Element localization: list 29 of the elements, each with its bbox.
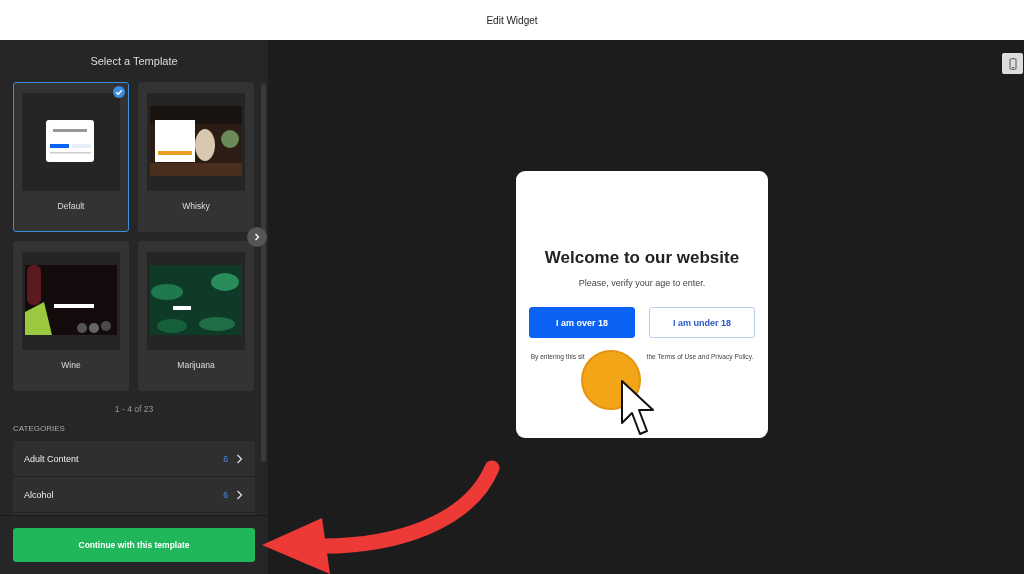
- category-label: Alcohol: [24, 489, 55, 500]
- modal-subtitle: Please, verify your age to enter.: [578, 278, 706, 288]
- confirm-button[interactable]: I am over 18: [529, 307, 635, 338]
- panel-title: Select a Template: [89, 55, 179, 67]
- template-name: Default: [57, 201, 85, 211]
- checkmark-icon: [113, 86, 125, 98]
- chevron-right-icon: [253, 233, 261, 241]
- decline-button[interactable]: I am under 18: [649, 307, 755, 338]
- modal-heading: Welcome to our website: [544, 248, 740, 268]
- template-name: Whisky: [182, 201, 210, 211]
- mobile-preview-button[interactable]: [1002, 53, 1023, 74]
- template-card[interactable]: Default: [13, 82, 129, 232]
- category-count: 6: [223, 489, 228, 500]
- category-label: Adult Content: [24, 453, 80, 464]
- template-name: Wine: [61, 360, 81, 370]
- phone-icon: [1008, 57, 1017, 70]
- cursor-icon: [621, 380, 654, 435]
- template-card[interactable]: Marijuana: [138, 241, 254, 391]
- category-count: 6: [223, 453, 228, 464]
- chevron-right-icon: [236, 453, 243, 464]
- pagination-text: 1 - 4 of 23: [113, 404, 155, 414]
- template-card[interactable]: Wine: [13, 241, 129, 391]
- template-name: Marijuana: [177, 360, 215, 370]
- chevron-right-icon: [236, 489, 243, 500]
- category-item[interactable]: Alcohol 6: [13, 477, 255, 513]
- category-item[interactable]: Adult Content 6: [13, 441, 255, 477]
- section-heading: CATEGORIES: [13, 424, 66, 433]
- page-title: Edit Widget: [486, 14, 538, 26]
- template-card[interactable]: Whisky: [138, 82, 254, 232]
